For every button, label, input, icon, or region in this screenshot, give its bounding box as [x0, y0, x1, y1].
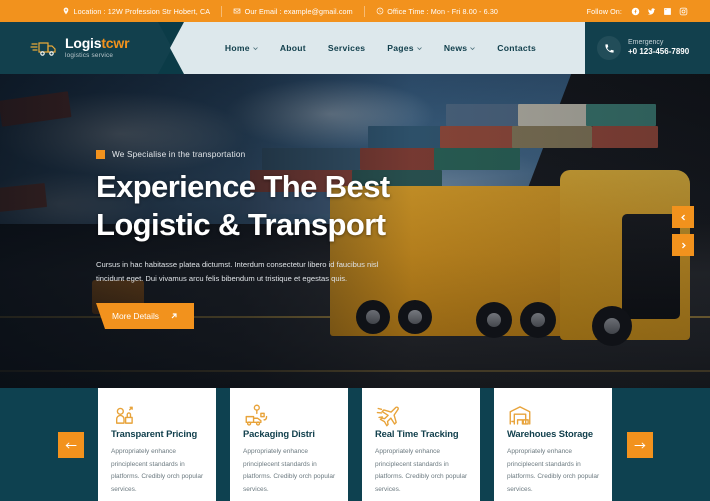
- hero-prev-button[interactable]: [672, 206, 694, 228]
- real-time-tracking-icon: [375, 402, 468, 428]
- main-navigation: Home About Services Pages News Contacts: [170, 22, 585, 74]
- feature-description: Appropriately enhance principlecent stan…: [375, 448, 468, 494]
- topbar-email[interactable]: Our Email : example@gmail.com: [222, 0, 364, 22]
- hero-heading: Experience The Best Logistic & Transport: [96, 168, 426, 245]
- more-details-label: More Details: [111, 310, 159, 321]
- envelope-icon: [233, 7, 241, 15]
- topbar: Location : 12W Profession Str Hobert, CA…: [0, 0, 710, 22]
- emergency-text: Emergency +0 123-456-7890: [628, 38, 689, 58]
- facebook-icon[interactable]: [630, 6, 640, 16]
- feature-title: Real Time Tracking: [375, 428, 459, 439]
- clock-icon: [376, 7, 384, 15]
- hero-badge-text: We Specialise in the transportation: [112, 150, 246, 159]
- site-header: Logistcwr logistics service Home About S…: [0, 22, 710, 74]
- more-details-button[interactable]: More Details: [96, 302, 194, 329]
- chevron-down-icon: [470, 46, 476, 51]
- logo-text: Logistcwr logistics service: [65, 35, 130, 60]
- feature-description: Appropriately enhance principlecent stan…: [111, 448, 204, 494]
- chevron-left-icon: [680, 214, 685, 220]
- truck-logo-icon: [30, 37, 58, 59]
- linkedin-icon[interactable]: [662, 6, 672, 16]
- hero-heading-line1: Experience The Best: [96, 169, 390, 204]
- nav-label-pages: Pages: [387, 43, 414, 53]
- hero-slider: We Specialise in the transportation Expe…: [0, 74, 710, 388]
- emergency-contact[interactable]: Emergency +0 123-456-7890: [585, 22, 710, 74]
- hero-paragraph: Cursus in hac habitasse platea dictumst.…: [96, 259, 379, 283]
- logo[interactable]: Logistcwr logistics service: [0, 22, 172, 74]
- hero-slider-controls: [672, 206, 694, 256]
- topbar-office-time: Office Time : Mon - Fri 8.00 - 6.30: [365, 0, 509, 22]
- feature-card[interactable]: Transparent Pricing Appropriately enhanc…: [98, 388, 216, 501]
- topbar-social-group: Follow On:: [587, 6, 710, 16]
- nav-item-home[interactable]: Home: [225, 43, 258, 53]
- nav-label-news: News: [443, 43, 468, 53]
- feature-card[interactable]: Warehoues Storage Appropriately enhance …: [494, 388, 612, 501]
- feature-title: Transparent Pricing: [111, 428, 198, 439]
- nav-label-home: Home: [224, 43, 250, 53]
- topbar-location: Location : 12W Profession Str Hobert, CA: [51, 0, 221, 22]
- nav-item-news[interactable]: News: [443, 43, 476, 53]
- features-next-button[interactable]: [627, 432, 653, 458]
- feature-title: Packaging Distri: [243, 428, 315, 439]
- arrow-left-icon: [65, 441, 77, 449]
- instagram-icon[interactable]: [678, 6, 688, 16]
- email-text: Our Email : example@gmail.com: [244, 6, 353, 16]
- arrow-up-right-icon: [171, 313, 177, 319]
- office-time-text: Office Time : Mon - Fri 8.00 - 6.30: [387, 6, 499, 16]
- packaging-distribution-icon: [243, 402, 336, 428]
- phone-icon: [597, 36, 621, 60]
- nav-label-services: Services: [327, 43, 366, 53]
- chevron-down-icon: [253, 46, 258, 51]
- warehouse-storage-icon: [507, 402, 600, 428]
- hero-badge: We Specialise in the transportation: [96, 150, 426, 159]
- arrow-right-icon: [634, 441, 646, 449]
- transparent-pricing-icon: [111, 402, 204, 428]
- feature-description: Appropriately enhance principlecent stan…: [243, 448, 336, 494]
- location-text: Location : 12W Profession Str Hobert, CA: [73, 6, 211, 16]
- emergency-number: +0 123-456-7890: [628, 47, 690, 57]
- nav-label-about: About: [279, 43, 306, 53]
- emergency-label: Emergency: [628, 38, 664, 46]
- location-pin-icon: [62, 7, 70, 15]
- features-prev-button[interactable]: [58, 432, 84, 458]
- feature-title: Warehoues Storage: [507, 428, 593, 439]
- nav-label-contacts: Contacts: [497, 43, 537, 53]
- badge-square-icon: [96, 150, 105, 159]
- hero-heading-line2: Logistic & Transport: [96, 207, 386, 243]
- logo-tagline: logistics service: [65, 52, 114, 60]
- page-root: Location : 12W Profession Str Hobert, CA…: [0, 0, 710, 501]
- nav-item-services[interactable]: Services: [328, 43, 365, 53]
- hero-next-button[interactable]: [672, 234, 694, 256]
- twitter-icon[interactable]: [646, 6, 656, 16]
- logo-name: Logistcwr: [65, 35, 130, 52]
- nav-list: Home About Services Pages News Contacts: [225, 43, 536, 53]
- follow-label: Follow On:: [586, 6, 622, 16]
- nav-item-pages[interactable]: Pages: [387, 43, 422, 53]
- nav-item-contacts[interactable]: Contacts: [497, 43, 536, 53]
- nav-item-about[interactable]: About: [280, 43, 306, 53]
- feature-card[interactable]: Packaging Distri Appropriately enhance p…: [230, 388, 348, 501]
- hero-content: We Specialise in the transportation Expe…: [96, 150, 426, 329]
- chevron-down-icon: [417, 46, 422, 51]
- chevron-right-icon: [681, 242, 686, 248]
- features-row: Transparent Pricing Appropriately enhanc…: [98, 388, 612, 501]
- feature-card[interactable]: Real Time Tracking Appropriately enhance…: [362, 388, 480, 501]
- feature-description: Appropriately enhance principlecent stan…: [507, 448, 600, 494]
